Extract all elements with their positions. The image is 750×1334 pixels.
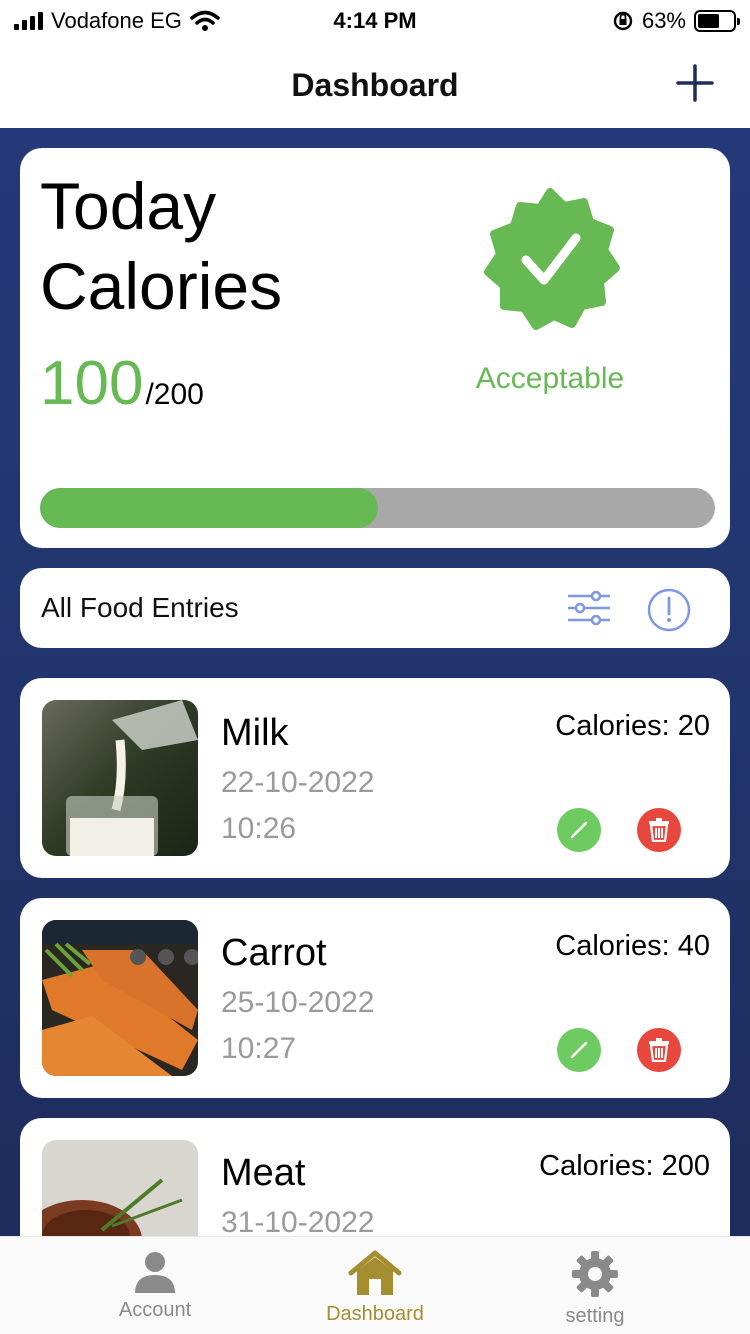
today-calories-title: Today Calories (40, 166, 282, 326)
add-entry-button[interactable] (676, 64, 714, 102)
page-title: Dashboard (291, 66, 459, 103)
edit-button[interactable] (557, 808, 601, 852)
info-button[interactable] (646, 587, 692, 633)
tab-account[interactable]: Account (55, 1237, 255, 1334)
trash-icon (649, 1038, 669, 1062)
nav-bar: Dashboard (0, 42, 750, 128)
home-icon (348, 1250, 402, 1295)
status-left: Vodafone EG (14, 8, 220, 34)
food-calories: Calories: 40 (555, 930, 710, 962)
title-line-2: Calories (40, 249, 283, 323)
carrot-photo (42, 920, 198, 1076)
carrier-name: Vodafone EG (51, 8, 182, 33)
food-entry-card[interactable]: Milk 22-10-2022 10:26 Calories: 20 (20, 678, 730, 878)
food-entry-card[interactable]: Meat 31-10-2022 Calories: 200 (20, 1118, 730, 1236)
title-line-1: Today (40, 169, 217, 243)
calorie-count: 100 /200 (40, 348, 204, 419)
wifi-icon (190, 10, 220, 31)
battery-icon (694, 10, 740, 32)
meat-photo (42, 1140, 198, 1236)
food-time: 10:26 (221, 812, 297, 845)
calorie-progress-bar (40, 488, 715, 528)
pencil-icon (570, 1041, 588, 1059)
calorie-limit: /200 (145, 378, 204, 411)
pencil-icon (570, 821, 588, 839)
calorie-progress-fill (40, 488, 378, 528)
food-date: 25-10-2022 (221, 986, 375, 1019)
calories-consumed: 100 (40, 349, 144, 418)
battery-percent: 63% (641, 8, 686, 33)
status-right: 63% (612, 8, 740, 34)
tab-dashboard[interactable]: Dashboard (275, 1237, 475, 1334)
gear-icon (572, 1251, 618, 1297)
food-name: Carrot (221, 932, 327, 974)
orientation-lock-icon (613, 11, 633, 31)
food-calories: Calories: 200 (539, 1150, 710, 1182)
edit-button[interactable] (557, 1028, 601, 1072)
signal-icon (14, 12, 43, 30)
milk-photo (42, 700, 198, 856)
status-bar: Vodafone EG 4:14 PM 63% (0, 0, 750, 42)
food-entries-header: All Food Entries (20, 568, 730, 648)
calorie-status: Acceptable (475, 362, 625, 395)
tab-setting[interactable]: setting (495, 1237, 695, 1334)
tab-label: Dashboard (326, 1303, 424, 1325)
today-calories-card: Today Calories 100 /200 Acceptable (20, 148, 730, 548)
delete-button[interactable] (637, 1028, 681, 1072)
verified-badge-icon (484, 188, 620, 330)
battery-fill (698, 14, 720, 28)
food-entry-card[interactable]: Carrot 25-10-2022 10:27 Calories: 40 (20, 898, 730, 1098)
food-date: 22-10-2022 (221, 766, 375, 799)
food-date: 31-10-2022 (221, 1206, 375, 1236)
delete-button[interactable] (637, 808, 681, 852)
tab-bar: Account Dashboard setting (0, 1236, 750, 1334)
food-time: 10:27 (221, 1032, 297, 1065)
entries-title: All Food Entries (41, 592, 239, 623)
food-calories: Calories: 20 (555, 710, 710, 742)
tab-label: setting (565, 1305, 625, 1327)
dashboard-content[interactable]: Today Calories 100 /200 Acceptable All F… (0, 128, 750, 1236)
food-name: Meat (221, 1152, 306, 1194)
person-icon (135, 1252, 175, 1293)
tab-label: Account (118, 1299, 192, 1321)
filter-button[interactable] (566, 588, 612, 628)
food-name: Milk (221, 712, 289, 754)
trash-icon (649, 818, 669, 842)
